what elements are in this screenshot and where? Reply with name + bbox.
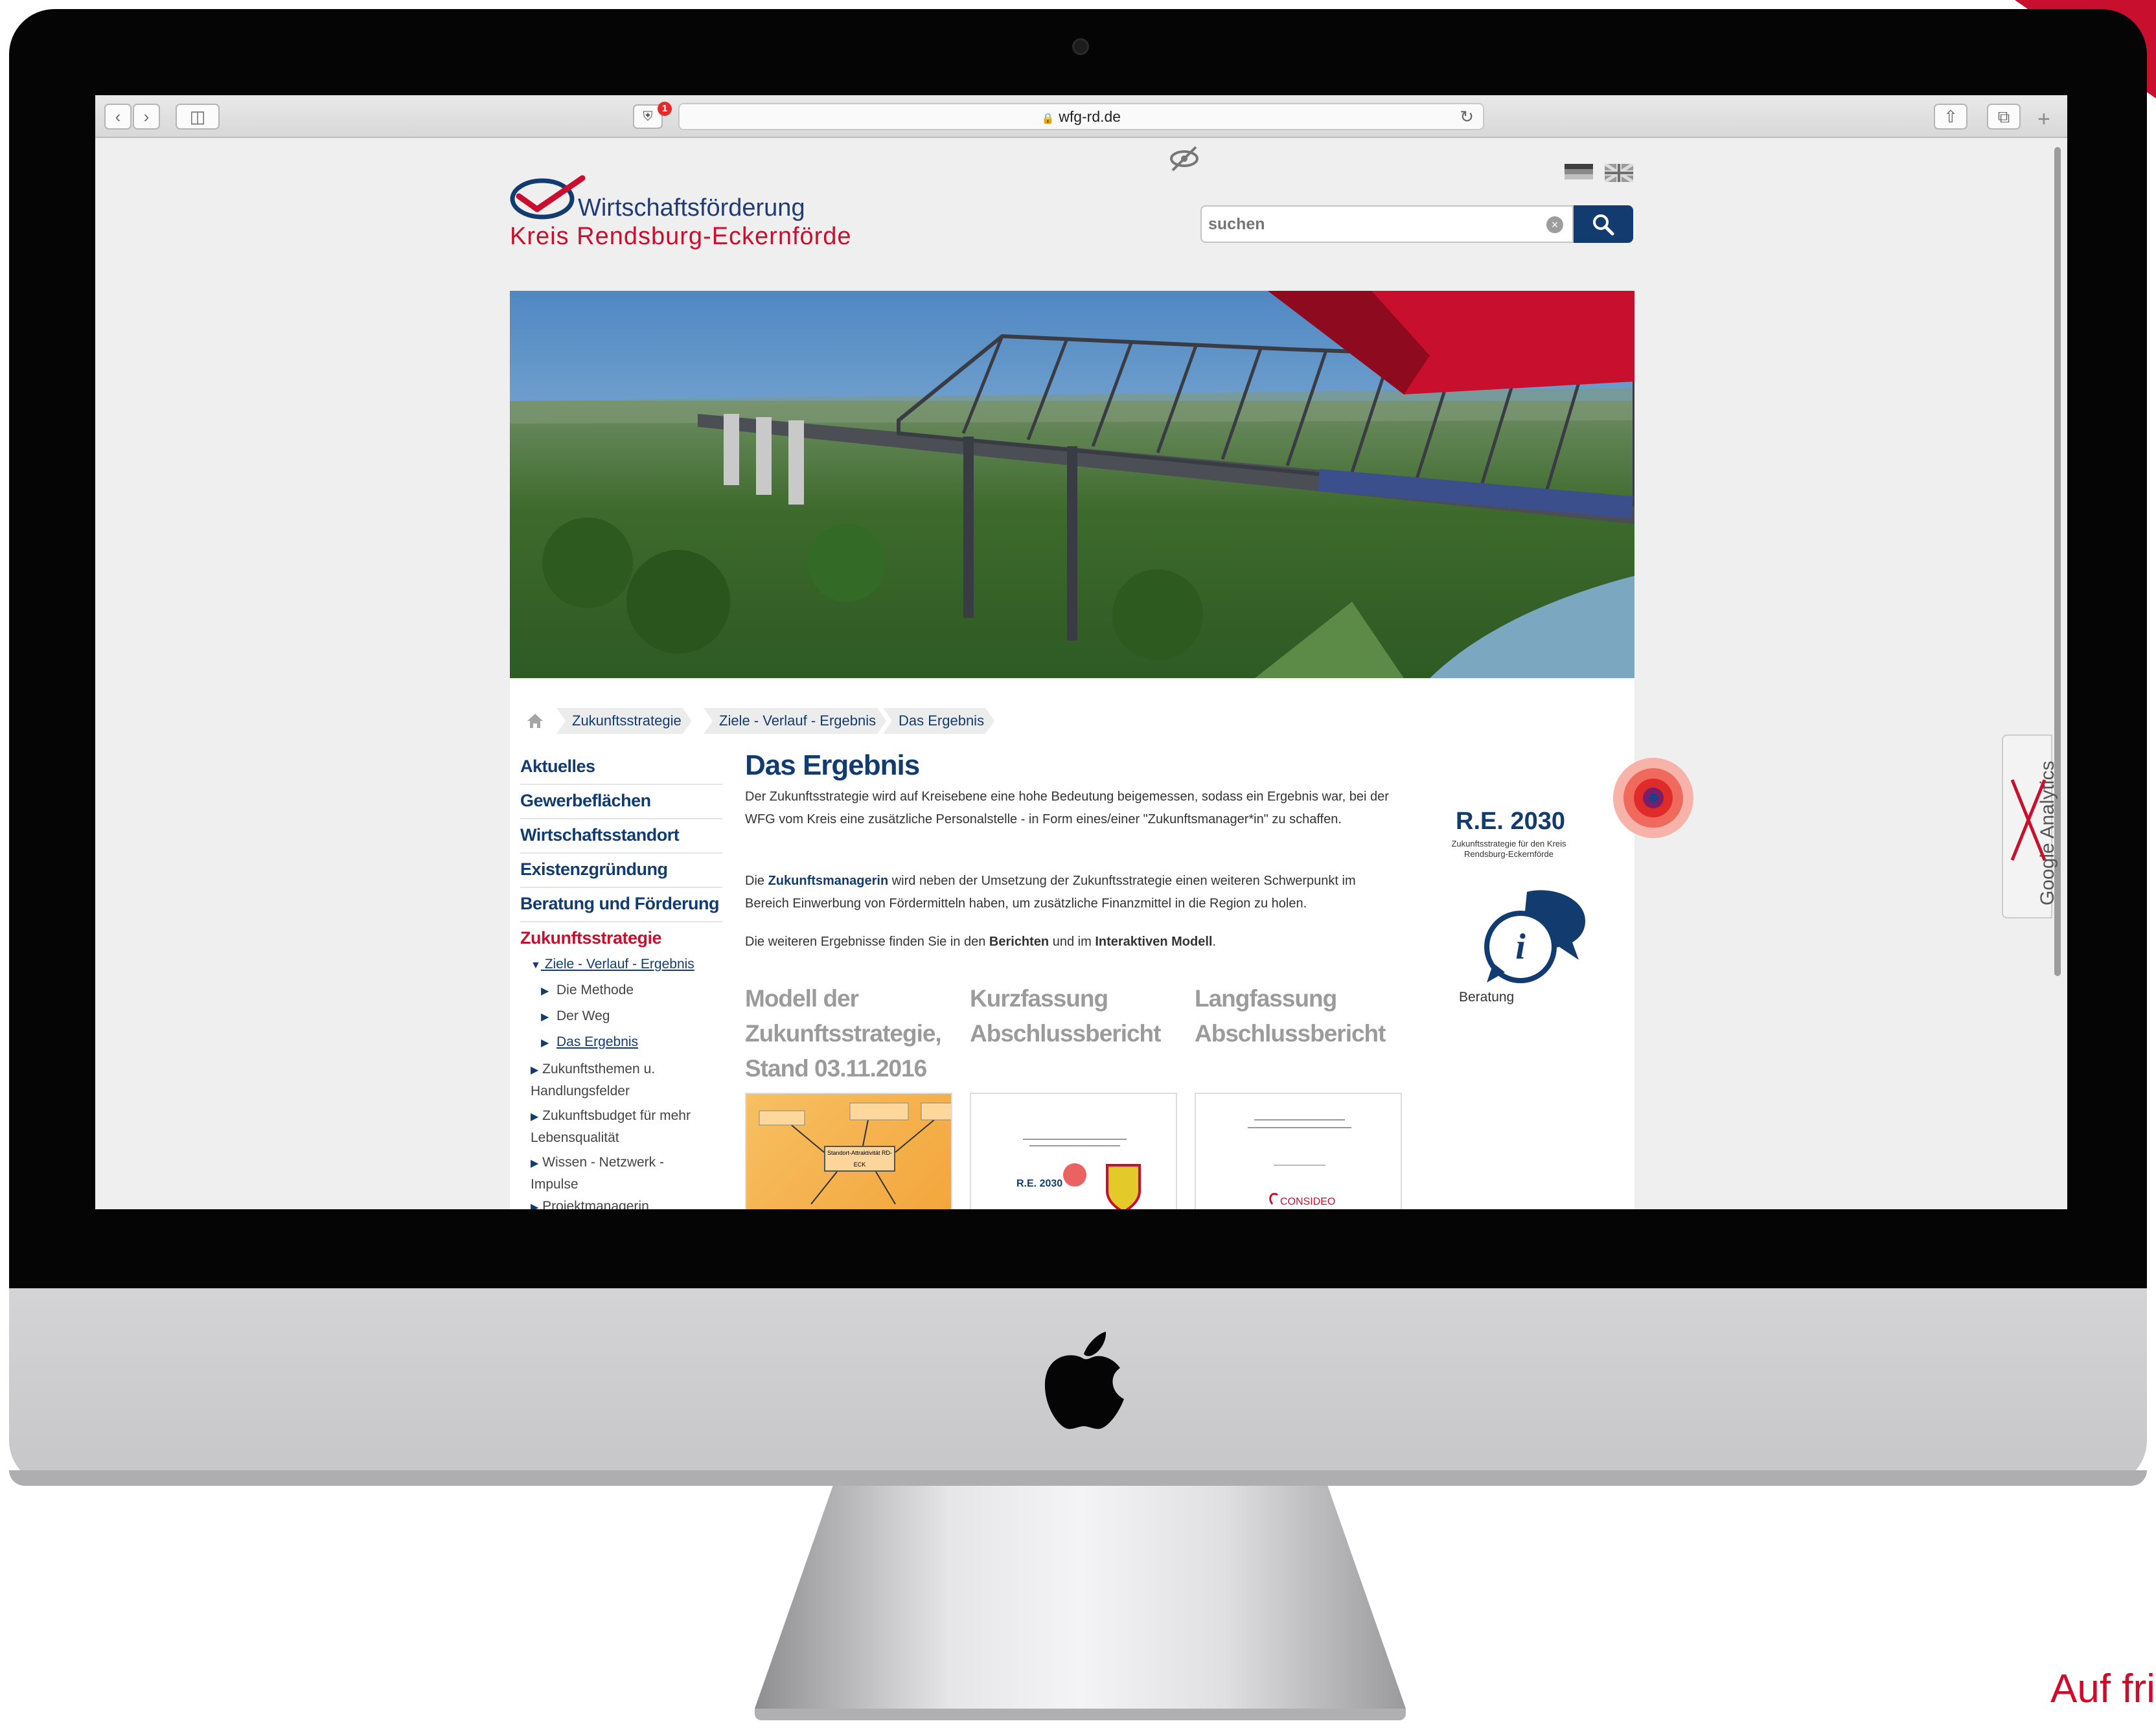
subnav-item-projektmanagerin[interactable]: ▶ Projektmanagerin [531, 1199, 649, 1209]
imac-stand [755, 1486, 1406, 1709]
share-icon: ⇧ [1944, 107, 1958, 126]
search-input[interactable] [1200, 205, 1574, 243]
chevron-right-icon: › [143, 107, 150, 126]
triangle-right-icon: ▶ [531, 1111, 539, 1122]
sidebar-item-gewerbeflaechen[interactable]: Gewerbeflächen [520, 785, 722, 819]
search-button[interactable] [1574, 205, 1633, 243]
subnav-item-ergebnis[interactable]: ▶ Das Ergebnis [541, 1034, 638, 1050]
imac-chin-edge [9, 1470, 2147, 1486]
sidebar-item-aktuelles[interactable]: Aktuelles [520, 751, 722, 785]
sidebar-item-existenzgruendung[interactable]: Existenzgründung [520, 854, 722, 888]
shield-icon: ⛨ [643, 109, 653, 124]
triangle-down-icon: ▼ [531, 960, 541, 971]
eye-off-icon[interactable] [1167, 142, 1201, 176]
subnav-item-zukunftsbudget[interactable]: ▶ Zukunftsbudget für mehr Lebensqualität [531, 1106, 705, 1148]
kurzfassung-cover-icon [1023, 1139, 1141, 1209]
triangle-right-icon: ▶ [531, 1158, 539, 1169]
paragraph-3: Die weiteren Ergebnisse finden Sie in de… [745, 935, 1217, 949]
logo-mark-icon [510, 175, 586, 220]
sidebar-icon: ◫ [189, 107, 206, 126]
subnav-item-weg[interactable]: ▶ Der Weg [541, 1008, 610, 1024]
langfassung-cover-icon [1248, 1119, 1351, 1205]
page-title: Das Ergebnis [745, 749, 920, 781]
hero-image [510, 291, 1634, 678]
chevron-left-icon: ‹ [115, 107, 121, 126]
apple-logo-icon [1044, 1332, 1124, 1429]
breadcrumb-item-2[interactable]: Ziele - Verlauf - Ergebnis [704, 708, 886, 734]
sidebar-toggle-button[interactable]: ◫ [176, 104, 220, 130]
re2030-subtitle: Zukunftsstrategie für den Kreis Rendsbur… [1451, 839, 1566, 859]
breadcrumb-item-1[interactable]: Zukunftsstrategie [556, 708, 692, 734]
sidebar-item-beratung[interactable]: Beratung und Förderung [520, 888, 722, 922]
plus-icon: + [2037, 107, 2050, 131]
zukunftsmanagerin-link[interactable]: Zukunftsmanagerin [768, 874, 889, 888]
thumbnail-modell[interactable]: Standort-Attraktivität RD-ECK [745, 1093, 952, 1209]
thumbnail-kurzfassung[interactable]: R.E. 2030 [970, 1093, 1177, 1209]
google-analytics-optout-tab[interactable]: Google Analytics [2002, 734, 2058, 918]
doc-title-modell[interactable]: Modell der Zukunftsstrategie, Stand 03.1… [745, 981, 942, 1086]
logo-subtitle[interactable]: Kreis Rendsburg-Eckernförde [510, 223, 852, 251]
triangle-right-icon: ▶ [541, 986, 549, 997]
forward-button[interactable]: › [133, 104, 160, 130]
doc-title-kurzfassung[interactable]: Kurzfassung Abschlussbericht [970, 981, 1177, 1051]
tabs-overview-button[interactable]: ⧉ [1987, 104, 2021, 130]
re2030-target-icon[interactable] [1611, 756, 1695, 840]
lock-icon: 🔒 [1041, 113, 1055, 124]
subnav-item-wissen[interactable]: ▶ Wissen - Netzwerk - Impulse [531, 1152, 705, 1195]
logo-title[interactable]: Wirtschaftsförderung [578, 194, 805, 222]
screen: ‹ › ◫ ⛨ 1 🔒 wfg-rd.de ↻ ⇧ ⧉ + Wirtschaft… [95, 95, 2067, 1209]
triangle-right-icon: ▶ [541, 1012, 549, 1023]
url-text: wfg-rd.de [1059, 108, 1121, 125]
reload-icon[interactable]: ↻ [1460, 104, 1474, 129]
flag-de-icon[interactable] [1565, 164, 1593, 179]
browser-toolbar: ‹ › ◫ ⛨ 1 🔒 wfg-rd.de ↻ ⇧ ⧉ + [95, 95, 2067, 138]
subnav-open-item[interactable]: ▼ Ziele - Verlauf - Ergebnis [531, 957, 694, 972]
subnav-item-methode[interactable]: ▶ Die Methode [541, 983, 634, 998]
address-bar[interactable]: 🔒 wfg-rd.de ↻ [678, 103, 1484, 130]
triangle-right-icon: ▶ [531, 1065, 539, 1076]
svg-text:i: i [1515, 927, 1526, 967]
berichten-link[interactable]: Berichten [989, 935, 1049, 949]
cross-out-icon [2010, 779, 2047, 861]
breadcrumb-item-3[interactable]: Das Ergebnis [883, 708, 994, 734]
paragraph-2: Die Zukunftsmanagerin wird neben der Ums… [745, 874, 1356, 911]
tabs-icon: ⧉ [1997, 107, 2010, 126]
clear-search-icon[interactable]: × [1546, 216, 1563, 233]
share-button[interactable]: ⇧ [1934, 104, 1967, 130]
info-chat-icon[interactable]: i [1475, 885, 1592, 989]
re2030-title[interactable]: R.E. 2030 [1456, 808, 1565, 836]
consideo-label: CONSIDEO [1280, 1196, 1336, 1207]
back-button[interactable]: ‹ [104, 104, 132, 130]
sidebar-item-zukunftsstrategie[interactable]: Zukunftsstrategie [520, 922, 722, 957]
doc-title-langfassung[interactable]: Langfassung Abschlussbericht [1195, 981, 1402, 1051]
new-tab-button[interactable]: + [2037, 107, 2050, 132]
model-arrows-icon [759, 1102, 951, 1205]
search-icon [1593, 214, 1614, 236]
triangle-right-icon: ▶ [541, 1038, 549, 1049]
subnav-item-zukunftsthemen[interactable]: ▶ Zukunftsthemen u. Handlungsfelder [531, 1059, 705, 1102]
interaktives-modell-link[interactable]: Interaktiven Modell [1095, 935, 1212, 949]
sidebar-item-wirtschaftsstandort[interactable]: Wirtschaftsstandort [520, 819, 722, 854]
thumbnail-langfassung[interactable]: CONSIDEO [1195, 1093, 1402, 1209]
camera-icon [1072, 38, 1089, 55]
paragraph-1: Der Zukunftsstrategie wird auf Kreiseben… [745, 790, 1389, 826]
imac-stand-foot [755, 1709, 1406, 1720]
flag-uk-icon[interactable] [1605, 164, 1633, 182]
beratung-label[interactable]: Beratung [1459, 990, 1514, 1005]
tagline-text: Auf fri [2050, 1667, 2155, 1711]
home-icon[interactable] [526, 712, 544, 729]
shield-badge: 1 [658, 102, 672, 116]
triangle-right-icon: ▶ [531, 1202, 539, 1209]
